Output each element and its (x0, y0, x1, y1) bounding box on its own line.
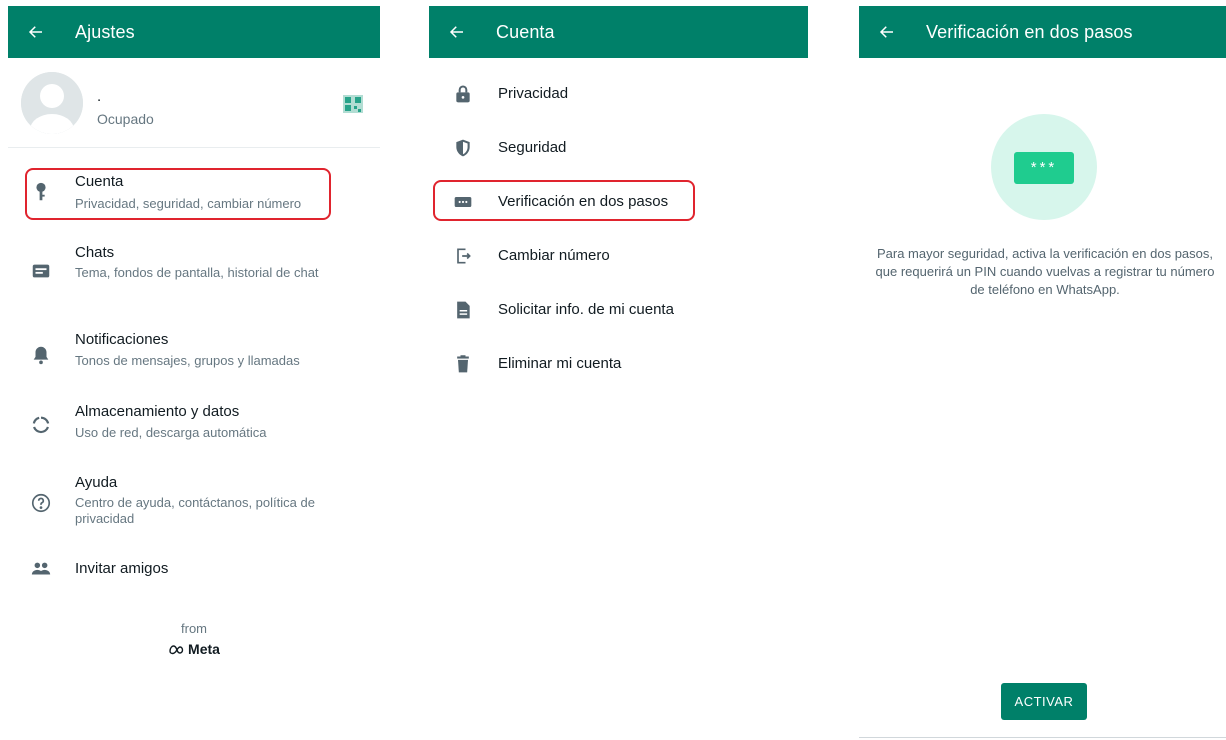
account-item-request-info[interactable]: Solicitar info. de mi cuenta (429, 290, 808, 330)
settings-item-help[interactable]: Ayuda Centro de ayuda, contáctanos, polí… (8, 472, 380, 532)
page-title: Cuenta (496, 21, 555, 42)
back-arrow-icon[interactable] (8, 6, 64, 58)
settings-item-account[interactable]: Cuenta Privacidad, seguridad, cambiar nú… (8, 169, 380, 219)
footer-from: from (181, 621, 207, 636)
settings-item-storage[interactable]: Almacenamiento y datos Uso de red, desca… (8, 401, 380, 451)
pin-dots-icon (453, 192, 473, 212)
shield-icon (453, 138, 473, 158)
back-arrow-icon[interactable] (859, 6, 915, 58)
account-screen: Cuenta Privacidad Seguridad Verificación… (429, 6, 808, 736)
account-item-security[interactable]: Seguridad (429, 128, 808, 168)
page-title: Verificación en dos pasos (926, 21, 1133, 42)
settings-item-title: Cuenta (75, 173, 124, 190)
account-item-label: Cambiar número (498, 247, 610, 264)
profile-status: Ocupado (97, 111, 154, 127)
settings-item-subtitle: Privacidad, seguridad, cambiar número (75, 196, 302, 211)
account-item-delete[interactable]: Eliminar mi cuenta (429, 344, 808, 384)
account-item-two-step[interactable]: Verificación en dos pasos (429, 182, 808, 222)
pin-asterisks-icon: *** (1014, 152, 1074, 184)
pin-illustration: *** (991, 114, 1097, 220)
meta-wordmark: Meta (188, 641, 220, 657)
settings-item-notifications[interactable]: Notificaciones Tonos de mensajes, grupos… (8, 329, 380, 379)
divider (859, 737, 1226, 738)
account-item-label: Solicitar info. de mi cuenta (498, 301, 674, 318)
avatar[interactable] (21, 72, 83, 134)
storage-icon (30, 414, 52, 436)
two-step-app-bar: Verificación en dos pasos (859, 6, 1226, 58)
two-step-screen: Verificación en dos pasos *** Para mayor… (859, 6, 1226, 740)
settings-item-title: Invitar amigos (75, 560, 169, 577)
change-number-icon (453, 246, 473, 266)
account-item-privacy[interactable]: Privacidad (429, 74, 808, 114)
settings-item-subtitle: Centro de ayuda, contáctanos, política d… (75, 495, 315, 526)
people-icon (30, 558, 52, 580)
profile-row[interactable]: . Ocupado (8, 58, 380, 148)
account-app-bar: Cuenta (429, 6, 808, 58)
help-icon (30, 492, 52, 514)
lock-icon (453, 84, 473, 104)
meta-infinity-icon (169, 645, 184, 655)
settings-item-title: Almacenamiento y datos (75, 403, 240, 420)
account-item-label: Verificación en dos pasos (498, 193, 669, 210)
account-item-label: Eliminar mi cuenta (498, 355, 622, 372)
trash-icon (453, 354, 473, 374)
activate-button[interactable]: ACTIVAR (1001, 683, 1087, 720)
account-item-change-number[interactable]: Cambiar número (429, 236, 808, 276)
two-step-description: Para mayor seguridad, activa la verifica… (875, 246, 1215, 297)
settings-item-subtitle: Tonos de mensajes, grupos y llamadas (75, 353, 300, 368)
settings-screen: Ajustes . Ocupado Cuenta Privacidad, seg… (8, 6, 380, 736)
settings-app-bar: Ajustes (8, 6, 380, 58)
qr-code-icon[interactable] (343, 95, 363, 113)
settings-item-title: Notificaciones (75, 331, 169, 348)
key-icon (30, 181, 52, 203)
settings-item-subtitle: Uso de red, descarga automática (75, 425, 267, 440)
page-title: Ajustes (75, 21, 135, 42)
account-item-label: Privacidad (498, 85, 569, 102)
settings-item-title: Ayuda (75, 474, 118, 491)
settings-item-title: Chats (75, 244, 115, 261)
chat-icon (30, 260, 52, 282)
document-icon (453, 300, 473, 320)
bell-icon (30, 344, 52, 366)
profile-name: . (97, 88, 102, 105)
account-item-label: Seguridad (498, 139, 567, 156)
back-arrow-icon[interactable] (429, 6, 485, 58)
settings-item-subtitle: Tema, fondos de pantalla, historial de c… (75, 265, 319, 280)
meta-logo: Meta (8, 641, 380, 657)
settings-item-invite[interactable]: Invitar amigos (8, 556, 380, 586)
settings-item-chats[interactable]: Chats Tema, fondos de pantalla, historia… (8, 242, 380, 302)
